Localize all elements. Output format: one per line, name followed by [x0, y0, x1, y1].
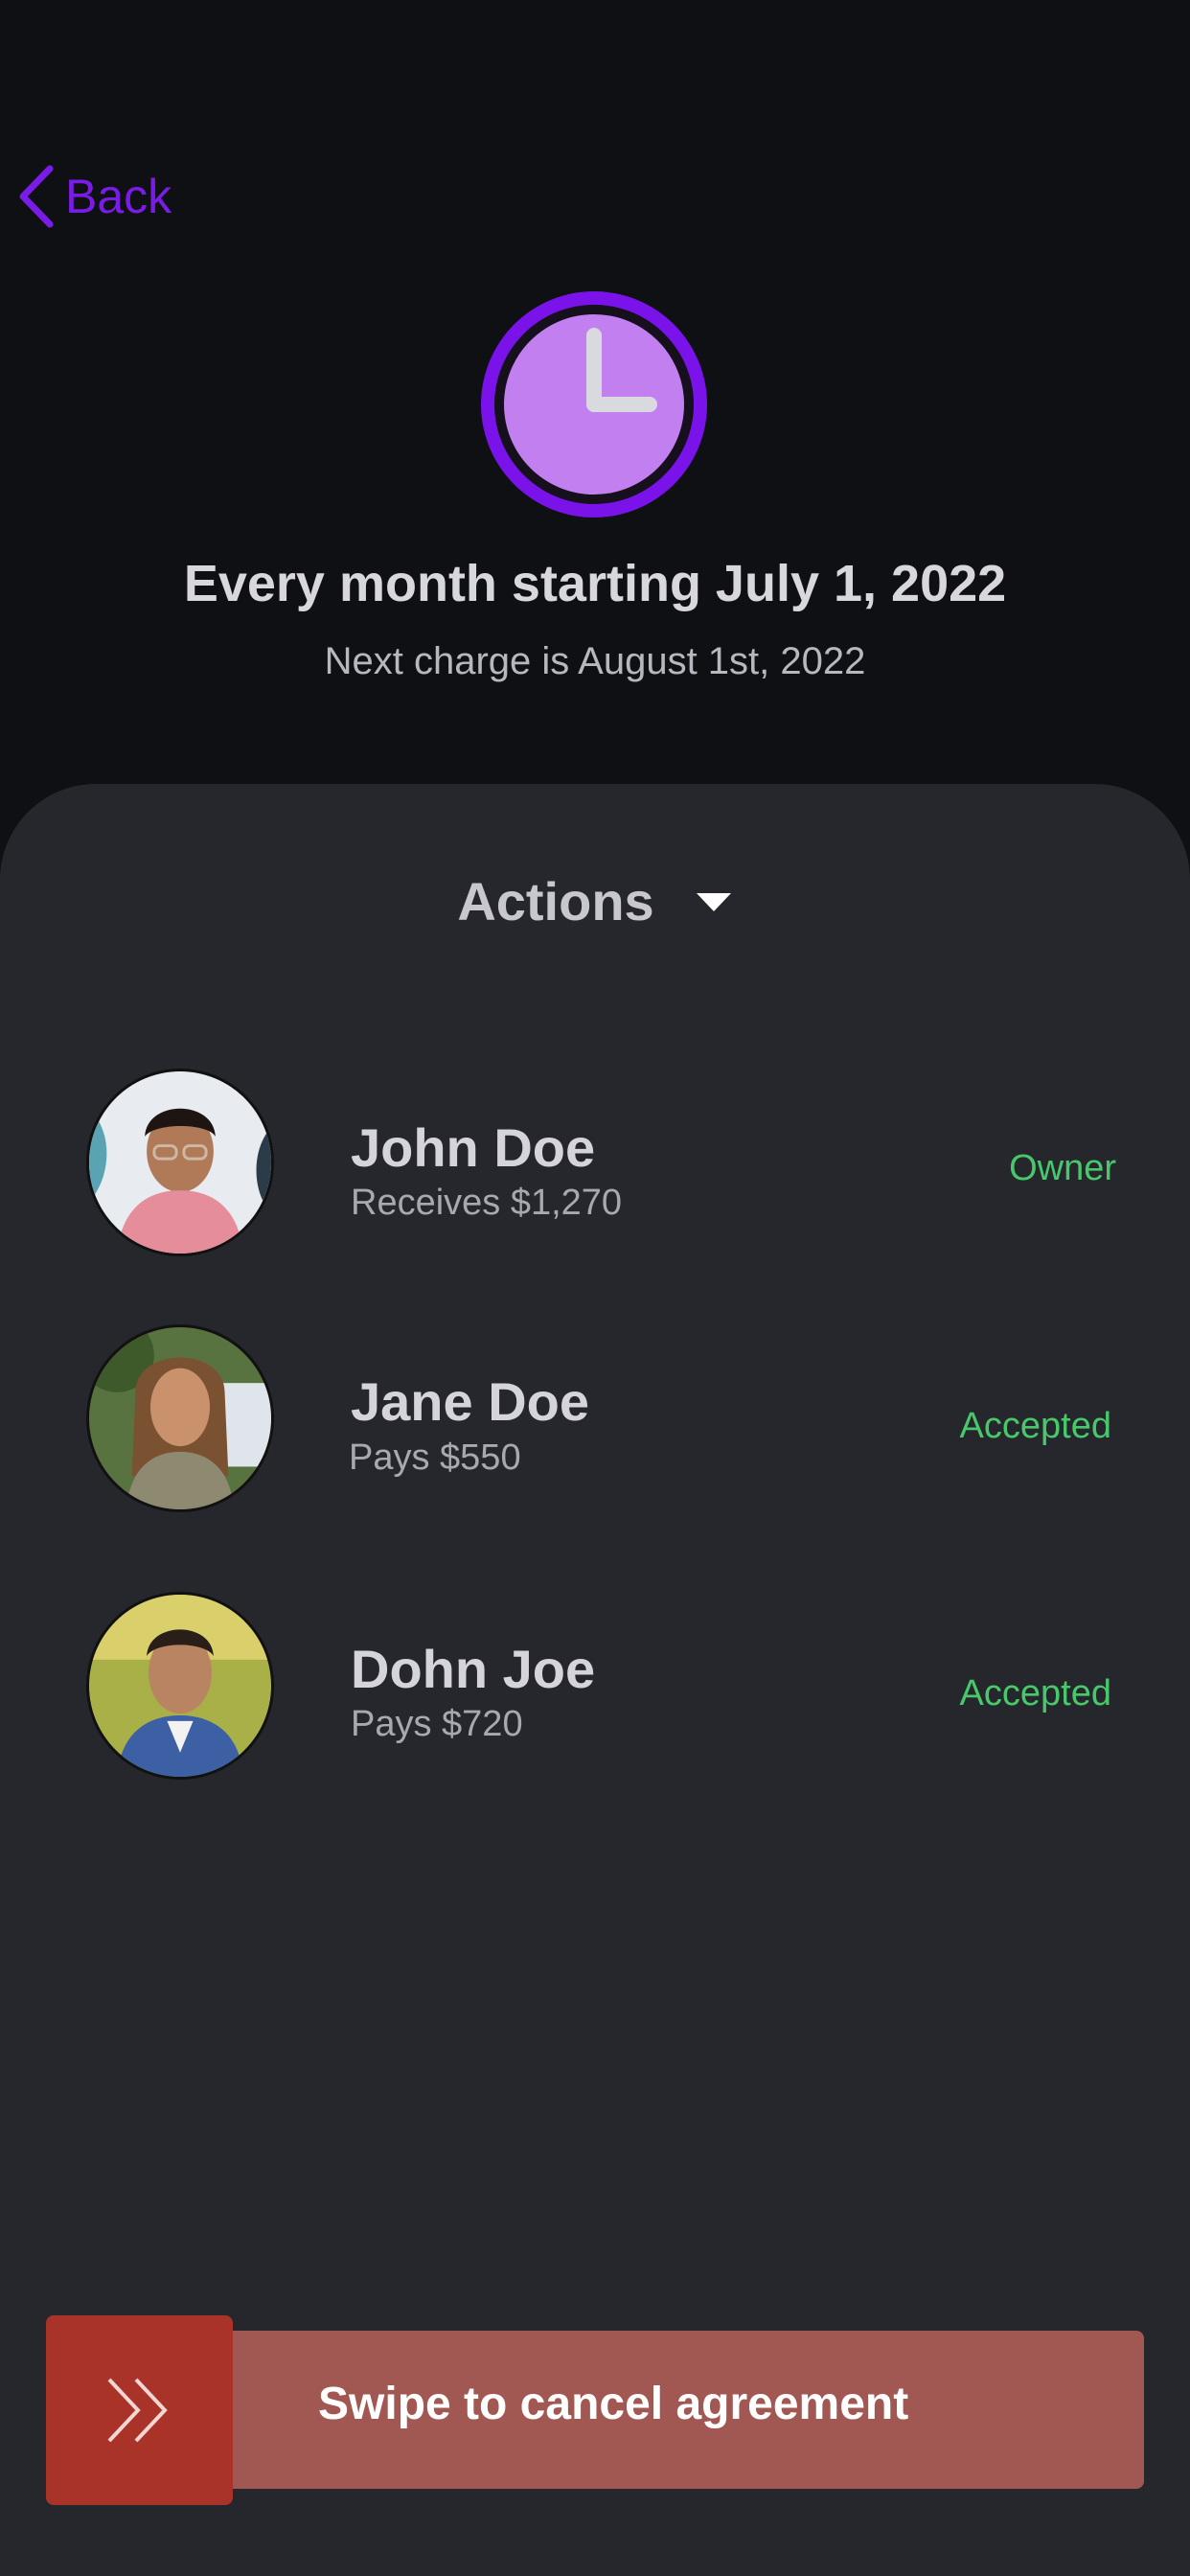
- avatar: [86, 1324, 274, 1512]
- status-badge: Owner: [1009, 1148, 1116, 1188]
- caret-down-icon: [696, 892, 731, 911]
- next-charge-text: Next charge is August 1st, 2022: [324, 640, 866, 682]
- actions-label: Actions: [457, 871, 654, 932]
- member-detail: Pays $720: [351, 1704, 523, 1744]
- member-name: Dohn Joe: [351, 1639, 596, 1699]
- member-row-jane-doe[interactable]: Jane Doe Pays $550 Accepted: [86, 1324, 1121, 1516]
- member-row-dohn-joe[interactable]: Dohn Joe Pays $720 Accepted: [86, 1592, 1121, 1783]
- swipe-handle[interactable]: [46, 2315, 233, 2505]
- double-chevron-right-icon: [107, 2378, 168, 2443]
- back-button[interactable]: Back: [17, 165, 172, 228]
- member-detail: Receives $1,270: [351, 1183, 623, 1223]
- chevron-left-icon: [19, 165, 54, 228]
- swipe-cancel-label: Swipe to cancel agreement: [318, 2379, 909, 2429]
- member-row-john-doe[interactable]: John Doe Receives $1,270 Owner: [86, 1069, 1121, 1260]
- member-name: John Doe: [351, 1117, 596, 1178]
- schedule-title: Every month starting July 1, 2022: [183, 555, 1007, 612]
- avatar: [86, 1592, 274, 1780]
- avatar: [86, 1069, 274, 1256]
- member-name: Jane Doe: [351, 1371, 589, 1432]
- actions-dropdown[interactable]: Actions: [0, 870, 1190, 932]
- status-badge: Accepted: [959, 1673, 1111, 1714]
- status-badge: Accepted: [959, 1406, 1111, 1446]
- member-detail: Pays $550: [349, 1438, 521, 1478]
- clock-icon: [481, 291, 707, 518]
- back-label: Back: [65, 170, 172, 223]
